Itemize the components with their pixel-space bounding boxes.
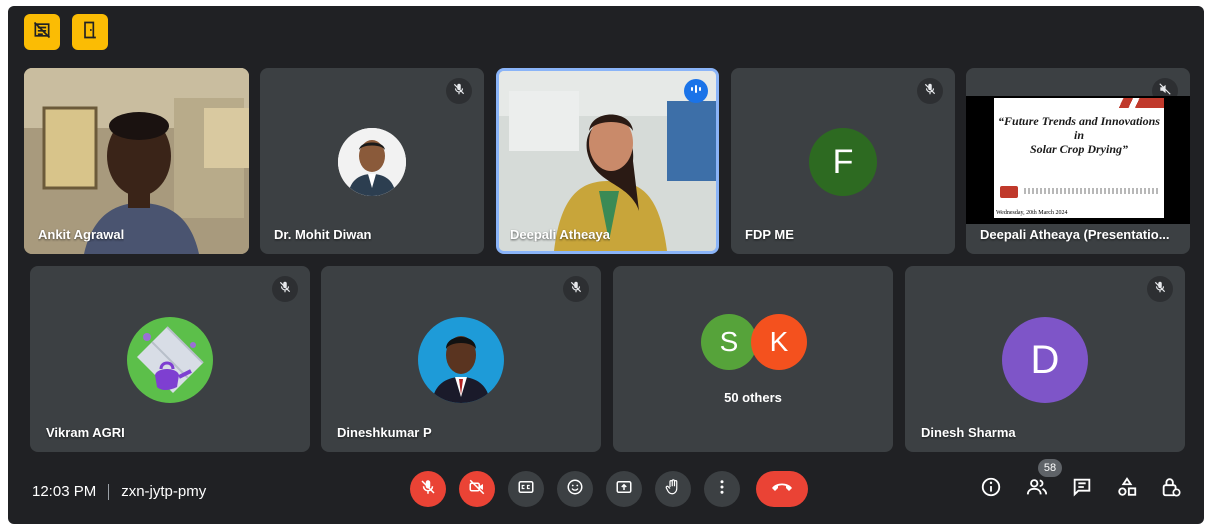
chat-button[interactable] — [1069, 476, 1095, 502]
slide-title-line3: Solar Crop Drying” — [1029, 142, 1129, 156]
end-call-icon — [770, 480, 794, 499]
activities-icon — [1116, 476, 1138, 503]
participant-name: Vikram AGRI — [46, 425, 125, 440]
participant-name: Deepali Atheaya — [510, 227, 610, 242]
divider — [108, 483, 110, 500]
avatar-letter: F — [809, 128, 877, 196]
activities-button[interactable] — [1114, 476, 1140, 502]
avatar-letter: K — [751, 314, 807, 370]
mic-off-indicator — [1147, 276, 1173, 302]
slide-logo — [1000, 186, 1018, 198]
slide-date: Wednesday, 20th March 2024 — [996, 210, 1068, 216]
participant-tile[interactable]: D Dinesh Sharma — [905, 266, 1185, 452]
speaking-indicator — [684, 79, 708, 103]
present-icon — [615, 478, 633, 501]
others-count-label: 50 others — [724, 390, 782, 405]
avatar-letter: S — [701, 314, 757, 370]
host-controls-icon — [1160, 476, 1182, 503]
participant-tile-active-speaker[interactable]: Deepali Atheaya — [496, 68, 719, 254]
mic-off-indicator — [917, 78, 943, 104]
raise-hand-icon — [664, 478, 682, 501]
chat-icon — [1071, 476, 1093, 503]
mic-off-icon — [569, 280, 583, 299]
audio-wave-icon — [689, 82, 703, 101]
mic-off-icon — [452, 82, 466, 101]
others-tile[interactable]: S K 50 others — [613, 266, 893, 452]
leave-call-button[interactable] — [756, 471, 808, 507]
avatar — [338, 128, 406, 196]
mic-off-icon — [1153, 280, 1167, 299]
clock-time: 12:03 PM — [32, 483, 97, 500]
mic-off-indicator — [272, 276, 298, 302]
participant-tile[interactable]: F FDP ME — [731, 68, 955, 254]
leave-room-button[interactable] — [72, 14, 108, 50]
raise-hand-button[interactable] — [655, 471, 691, 507]
participant-name: FDP ME — [745, 227, 794, 242]
participant-name: Ankit Agrawal — [38, 227, 125, 242]
presentation-tile[interactable]: “Future Trends and Innovations in Solar … — [966, 68, 1190, 254]
slide-decoration — [1104, 98, 1164, 108]
participants-count-badge: 58 — [1038, 459, 1062, 477]
participant-tile[interactable]: Ankit Agrawal — [24, 68, 249, 254]
emoji-reaction-button[interactable] — [557, 471, 593, 507]
avatar — [127, 317, 213, 403]
meeting-details-button[interactable] — [978, 476, 1004, 502]
participant-name: Dinesh Sharma — [921, 425, 1016, 440]
emoji-icon — [566, 478, 584, 501]
participant-tile[interactable]: Dineshkumar P — [321, 266, 601, 452]
participant-name: Dineshkumar P — [337, 425, 432, 440]
slide: “Future Trends and Innovations in Solar … — [994, 98, 1164, 218]
camera-toggle-button[interactable] — [459, 471, 495, 507]
layout-off-icon — [32, 20, 52, 45]
captions-button[interactable] — [508, 471, 544, 507]
meeting-info: 12:03 PM zxn-jytp-pmy — [32, 483, 206, 500]
camera-off-icon — [468, 478, 486, 501]
mic-off-icon — [419, 478, 437, 501]
people-button[interactable] — [1024, 476, 1050, 502]
host-controls-button[interactable] — [1158, 476, 1184, 502]
slide-title-line2: in — [1073, 128, 1084, 142]
mic-off-indicator — [446, 78, 472, 104]
participant-video — [499, 71, 716, 251]
meeting-window: Ankit Agrawal Dr. Mohit Diwan Deepali At… — [8, 6, 1204, 524]
mic-toggle-button[interactable] — [410, 471, 446, 507]
info-icon — [980, 476, 1002, 503]
mic-off-icon — [923, 82, 937, 101]
avatar — [418, 317, 504, 403]
mic-off-icon — [278, 280, 292, 299]
participant-tile[interactable]: Vikram AGRI — [30, 266, 310, 452]
slide-fine-print — [1024, 188, 1158, 194]
slide-title-line1: “Future Trends and Innovations — [998, 114, 1160, 128]
captions-icon — [517, 478, 535, 501]
door-icon — [80, 20, 100, 45]
participant-name: Deepali Atheaya (Presentatio... — [980, 227, 1170, 242]
more-options-button[interactable] — [704, 471, 740, 507]
present-now-button[interactable] — [606, 471, 642, 507]
participant-name: Dr. Mohit Diwan — [274, 227, 372, 242]
mic-off-indicator — [563, 276, 589, 302]
meeting-code: zxn-jytp-pmy — [121, 483, 207, 500]
more-options-icon — [713, 478, 731, 501]
presentation-screen: “Future Trends and Innovations in Solar … — [966, 96, 1190, 224]
people-icon — [1026, 476, 1048, 503]
layout-off-button[interactable] — [24, 14, 60, 50]
participant-tile[interactable]: Dr. Mohit Diwan — [260, 68, 484, 254]
avatar-letter: D — [1002, 317, 1088, 403]
